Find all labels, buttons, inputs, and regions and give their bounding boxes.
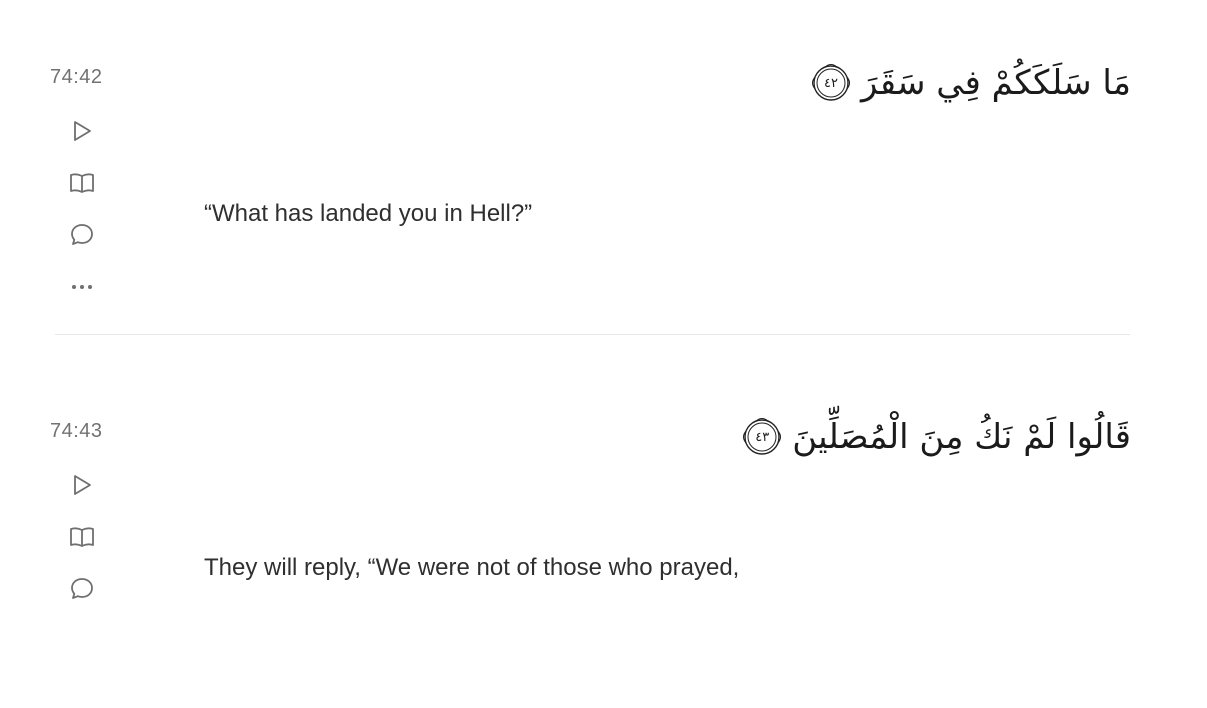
verse-key-link[interactable]: 74:42 xyxy=(50,66,103,89)
ayah-number: ٤٢ xyxy=(824,75,839,91)
comment-icon xyxy=(71,578,93,599)
verse-actions xyxy=(65,468,99,624)
translation-text: They will reply, “We were not of those w… xyxy=(204,554,740,581)
book-icon xyxy=(70,527,94,547)
arabic-verse: قَالُوا لَمْ نَكُ مِنَ الْمُصَلِّينَ xyxy=(792,417,1131,457)
ayah-number-marker: ٤٢ xyxy=(811,63,851,103)
book-icon xyxy=(70,173,94,193)
arabic-text[interactable]: مَا سَلَكَكُمْ فِي سَقَرَ ٤٢ xyxy=(811,62,1131,105)
reflections-button[interactable] xyxy=(65,218,99,252)
ellipsis-icon xyxy=(72,285,92,289)
arabic-text[interactable]: قَالُوا لَمْ نَكُ مِنَ الْمُصَلِّينَ ٤٣ xyxy=(742,416,1131,459)
tafsir-button[interactable] xyxy=(65,166,99,200)
translation-text: “What has landed you in Hell?” xyxy=(204,200,533,227)
verse-divider xyxy=(55,334,1130,335)
play-button[interactable] xyxy=(65,468,99,502)
play-button[interactable] xyxy=(65,114,99,148)
arabic-verse: مَا سَلَكَكُمْ فِي سَقَرَ xyxy=(861,63,1131,103)
verse-actions xyxy=(65,114,99,322)
verse-key-link[interactable]: 74:43 xyxy=(50,420,103,443)
tafsir-button[interactable] xyxy=(65,520,99,554)
more-button[interactable] xyxy=(65,270,99,304)
reflections-button[interactable] xyxy=(65,572,99,606)
verse-card: 74:42 مَا سَلَكَكُمْ فِي سَقَرَ ٤٢ “What… xyxy=(0,0,1207,354)
play-icon xyxy=(74,121,91,141)
comment-icon xyxy=(71,224,93,245)
verse-card: 74:43 قَالُوا لَمْ نَكُ مِنَ الْمُصَلِّي… xyxy=(0,354,1207,708)
play-icon xyxy=(74,475,91,495)
ayah-number: ٤٣ xyxy=(755,429,770,445)
ayah-number-marker: ٤٣ xyxy=(742,417,782,457)
